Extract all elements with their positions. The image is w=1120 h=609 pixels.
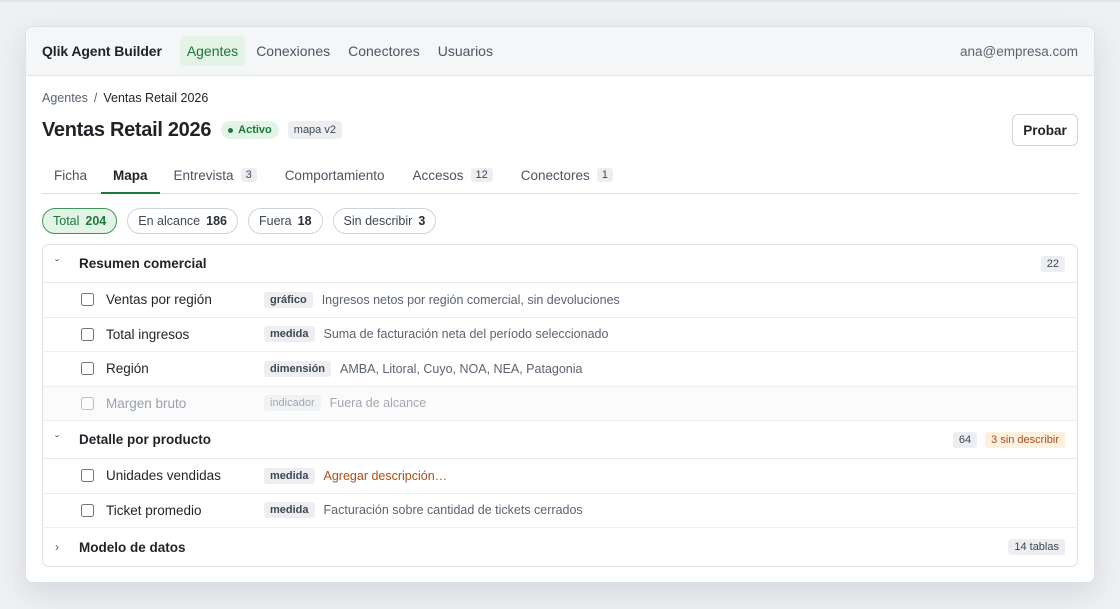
app-brand: Qlik Agent Builder <box>42 43 162 59</box>
chip-label: Total <box>53 214 80 228</box>
chip-label: Sin describir <box>343 214 413 228</box>
group-count-badge: 14 tablas <box>1008 539 1065 555</box>
nav-item-usuarios[interactable]: Usuarios <box>431 36 500 66</box>
tab-label: Accesos <box>412 167 464 183</box>
filter-chip-fuera[interactable]: Fuera 18 <box>247 208 323 234</box>
group-header-modelo-de-datos[interactable]: › Modelo de datos 14 tablas <box>43 528 1077 566</box>
filter-chip-sin-describir[interactable]: Sin describir 3 <box>332 208 437 234</box>
item-type-tag: medida <box>264 502 315 519</box>
status-dot-icon <box>228 127 234 133</box>
top-divider <box>0 0 1120 2</box>
item-type-tag: gráfico <box>264 291 313 308</box>
tab-count-badge: 3 <box>240 168 257 182</box>
chip-count: 18 <box>297 214 312 228</box>
group-header-detalle-por-producto[interactable]: ˇ Detalle por producto 64 3 sin describi… <box>43 421 1077 459</box>
tab-count-badge: 12 <box>470 168 493 182</box>
item-checkbox[interactable] <box>81 469 94 483</box>
breadcrumb-separator: / <box>93 91 98 105</box>
list-item: Unidades vendidas medida Agregar descrip… <box>43 459 1077 494</box>
tab-bar: Ficha Mapa Entrevista 3 Comportamiento A… <box>42 157 1078 194</box>
chevron-down-icon[interactable]: ˇ <box>55 257 79 271</box>
item-checkbox[interactable] <box>81 396 94 410</box>
item-description[interactable]: Suma de facturación neta del período sel… <box>324 327 609 341</box>
chip-count: 3 <box>418 214 426 228</box>
item-name: Región <box>106 361 149 377</box>
breadcrumb-current: Ventas Retail 2026 <box>103 91 209 105</box>
chevron-down-icon[interactable]: ˇ <box>55 433 79 447</box>
breadcrumb: Agentes / Ventas Retail 2026 <box>42 90 1078 106</box>
group-title: Detalle por producto <box>79 432 212 447</box>
nav-item-agentes[interactable]: Agentes <box>179 36 246 66</box>
breadcrumb-root[interactable]: Agentes <box>42 91 88 105</box>
filter-chips: Total 204 En alcance 186 Fuera 18 Sin de… <box>42 208 1078 234</box>
list-item: Región dimensión AMBA, Litoral, Cuyo, NO… <box>43 352 1077 387</box>
missing-description-badge[interactable]: 3 sin describir <box>985 431 1065 448</box>
tab-label: Ficha <box>54 167 88 183</box>
item-checkbox[interactable] <box>81 327 94 341</box>
item-name: Margen bruto <box>106 395 187 411</box>
group-count-badge: 64 <box>952 431 978 448</box>
item-type-tag: medida <box>264 467 315 484</box>
item-type-tag: indicador <box>264 395 321 412</box>
item-type-tag: dimensión <box>264 360 332 377</box>
item-name: Unidades vendidas <box>106 468 221 484</box>
item-description[interactable]: AMBA, Litoral, Cuyo, NOA, NEA, Patagonia <box>340 362 582 376</box>
main-content: Agentes / Ventas Retail 2026 Ventas Reta… <box>26 76 1094 567</box>
status-badge-label: Activo <box>238 124 272 136</box>
tab-count-badge: 1 <box>596 168 613 182</box>
chip-label: Fuera <box>258 214 292 228</box>
list-item-out-of-scope: Margen bruto indicador Fuera de alcance <box>43 386 1077 421</box>
list-item: Ventas por región gráfico Ingresos netos… <box>43 283 1077 318</box>
tab-accesos[interactable]: Accesos 12 <box>400 157 504 193</box>
group-title: Resumen comercial <box>79 256 207 271</box>
item-description[interactable]: Ingresos netos por región comercial, sin… <box>322 293 620 307</box>
add-description-link[interactable]: Agregar descripción… <box>324 469 448 483</box>
chevron-right-icon[interactable]: › <box>55 540 79 554</box>
status-badge: Activo <box>221 121 279 139</box>
app-window: Qlik Agent Builder Agentes Conexiones Co… <box>25 26 1095 583</box>
item-checkbox[interactable] <box>81 503 94 517</box>
tab-mapa[interactable]: Mapa <box>101 157 160 194</box>
filter-chip-en-alcance[interactable]: En alcance 186 <box>127 208 238 234</box>
user-email[interactable]: ana@empresa.com <box>960 44 1078 59</box>
item-name: Ventas por región <box>106 292 212 308</box>
tab-entrevista[interactable]: Entrevista 3 <box>162 157 269 193</box>
page-title: Ventas Retail 2026 <box>42 118 212 141</box>
nav-item-conexiones[interactable]: Conexiones <box>249 36 337 66</box>
page-header: Ventas Retail 2026 Activo mapa v2 Probar <box>42 114 1078 146</box>
chip-label: En alcance <box>138 214 201 228</box>
try-button[interactable]: Probar <box>1012 114 1078 146</box>
group-title: Modelo de datos <box>79 539 186 555</box>
item-name: Ticket promedio <box>106 502 202 518</box>
tab-ficha[interactable]: Ficha <box>42 157 99 193</box>
item-description[interactable]: Facturación sobre cantidad de tickets ce… <box>324 503 583 517</box>
tab-label: Conectores <box>520 167 590 183</box>
tab-conectores[interactable]: Conectores 1 <box>509 157 625 193</box>
filter-chip-total[interactable]: Total 204 <box>42 208 118 234</box>
tab-comportamiento[interactable]: Comportamiento <box>273 157 397 193</box>
item-type-tag: medida <box>264 326 315 343</box>
chip-count: 186 <box>206 214 227 228</box>
item-checkbox[interactable] <box>81 293 94 307</box>
tab-label: Comportamiento <box>284 167 385 183</box>
tab-label: Entrevista <box>173 167 234 183</box>
top-navbar: Qlik Agent Builder Agentes Conexiones Co… <box>26 27 1094 76</box>
item-checkbox[interactable] <box>81 362 94 376</box>
nav-item-conectores[interactable]: Conectores <box>341 36 427 66</box>
list-item: Total ingresos medida Suma de facturació… <box>43 318 1077 352</box>
list-item: Ticket promedio medida Facturación sobre… <box>43 494 1077 528</box>
item-description: Fuera de alcance <box>329 396 427 411</box>
group-count-badge: 22 <box>1040 255 1065 272</box>
map-tree: ˇ Resumen comercial 22 Ventas por región… <box>42 244 1078 567</box>
item-name: Total ingresos <box>106 326 190 342</box>
group-header-resumen-comercial[interactable]: ˇ Resumen comercial 22 <box>43 245 1077 283</box>
chip-count: 204 <box>85 214 107 228</box>
version-badge: mapa v2 <box>287 121 342 139</box>
tab-label: Mapa <box>113 167 148 183</box>
